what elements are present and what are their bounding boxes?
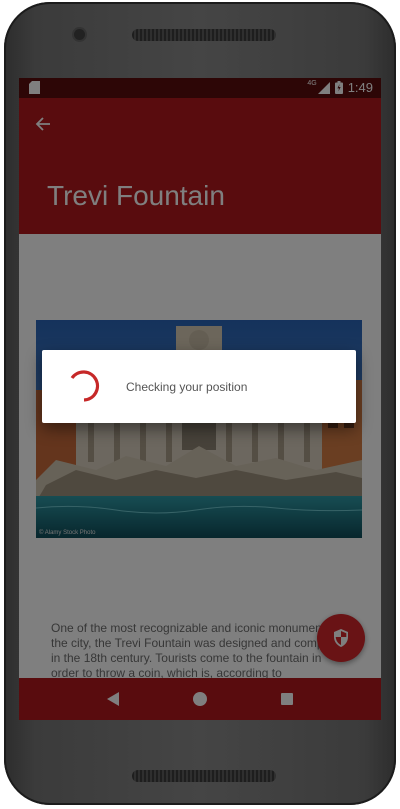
device-screen: 4G 1:49 Trevi Fountain xyxy=(19,78,381,720)
loading-spinner-icon xyxy=(70,370,100,402)
progress-dialog: Checking your position xyxy=(42,350,356,423)
front-camera xyxy=(74,29,85,40)
bottom-speaker xyxy=(132,770,276,782)
dialog-message: Checking your position xyxy=(126,380,248,394)
earpiece-speaker xyxy=(132,29,276,41)
